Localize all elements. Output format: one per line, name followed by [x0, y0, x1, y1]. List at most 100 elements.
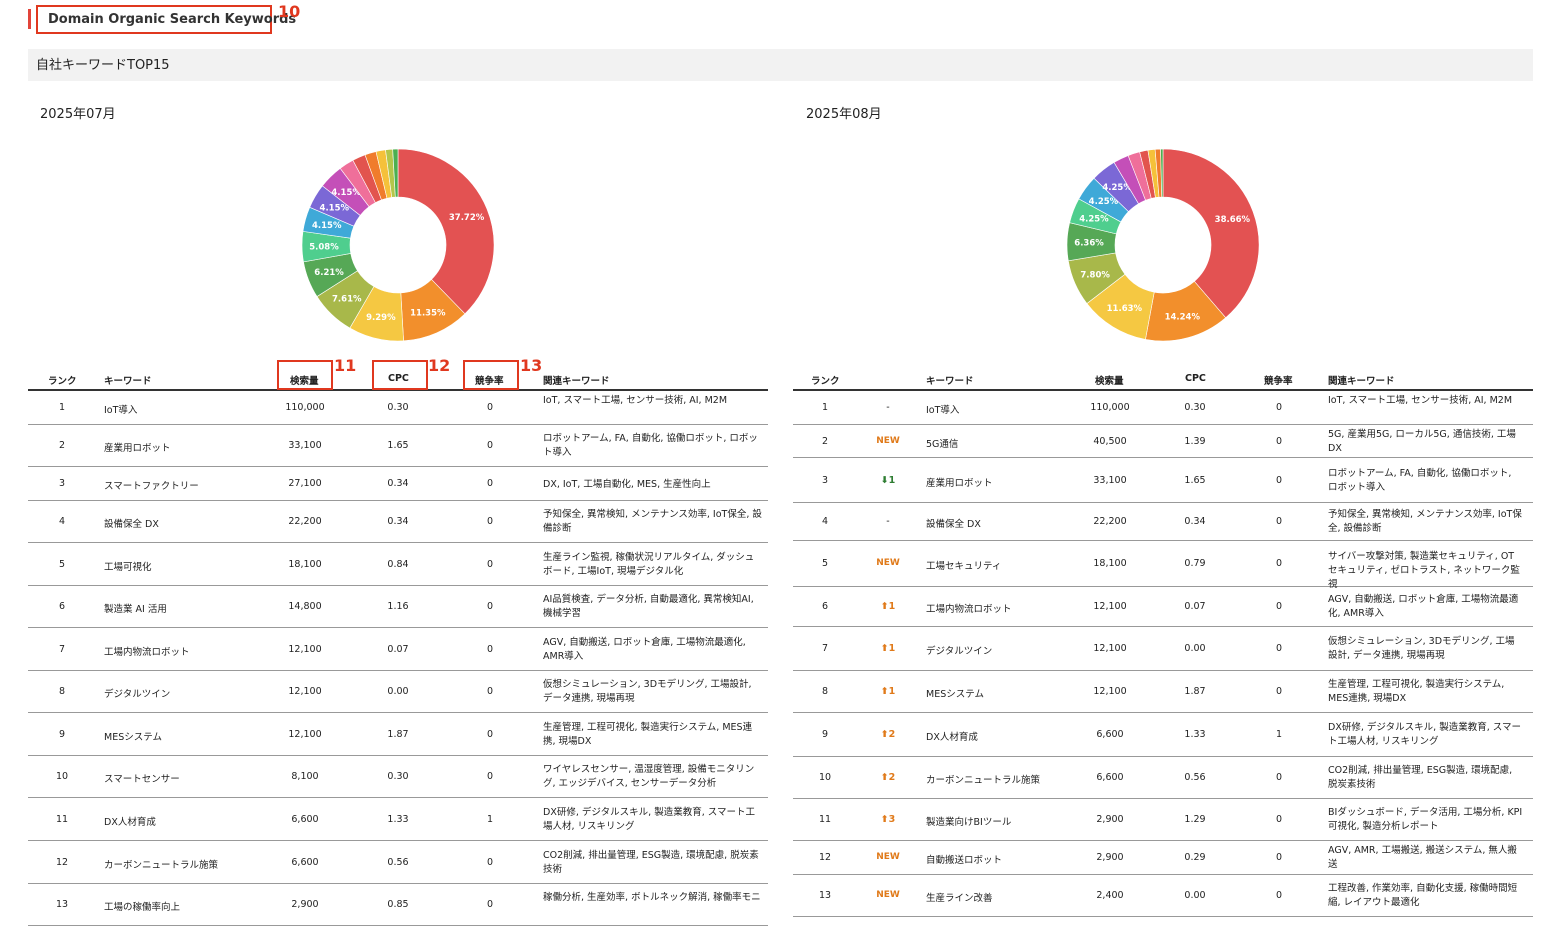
cell-keyword: 設備保全 DX	[926, 519, 981, 530]
cell-related: AGV, 自動搬送, ロボット倉庫, 工場物流最適化, AMR導入	[543, 637, 746, 662]
table-header: ランク キーワード 検索量 CPC 競争率 関連キーワード	[793, 366, 1533, 391]
slice-label: 11.35%	[410, 309, 446, 319]
cell-related: ワイヤレスセンサー, 温湿度管理, 設備モニタリング, エッジデバイス, センサ…	[543, 764, 755, 789]
cell-keyword: IoT導入	[104, 405, 138, 416]
cell-rank: 4	[821, 516, 829, 527]
donut-slice	[397, 148, 495, 315]
cell-cpc: 1.29	[1184, 814, 1206, 825]
cell-volume: 12,100	[288, 644, 322, 655]
cell-competition: 0	[1275, 772, 1283, 783]
cell-rank-change: NEW	[876, 852, 900, 862]
cell-volume: 33,100	[288, 440, 322, 451]
cell-keyword: スマートセンサー	[104, 774, 180, 785]
col-keyword: キーワード	[104, 376, 152, 387]
cell-competition: 0	[486, 644, 494, 655]
cell-related: 仮想シミュレーション, 3Dモデリング, 工場設計, データ連携, 現場再現	[1328, 636, 1515, 661]
cell-cpc: 1.87	[387, 729, 409, 740]
cell-rank: 1	[58, 402, 66, 413]
cell-volume: 2,900	[1096, 814, 1124, 825]
slice-label: 4.15%	[320, 203, 350, 213]
cell-rank-change: ⬆2	[880, 729, 896, 740]
cell-related: 予知保全, 異常検知, メンテナンス効率, IoT保全, 設備診断	[543, 509, 762, 534]
table-row: 4 - 設備保全 DX 22,200 0.34 0 予知保全, 異常検知, メンテナンス効率…	[793, 503, 1533, 541]
cell-keyword: 工場内物流ロボット	[104, 647, 190, 658]
cell-competition: 0	[486, 516, 494, 527]
cell-rank: 4	[58, 516, 66, 527]
cell-keyword: デジタルツイン	[926, 646, 993, 657]
cell-rank-change: NEW	[876, 558, 900, 568]
cell-related: 生産ライン監視, 稼働状況リアルタイム, ダッシュボード, 工場IoT, 現場デ…	[543, 552, 755, 577]
cell-competition: 0	[1275, 436, 1283, 447]
table-row: 9 MESシステム 12,100 1.87 0 生産管理, 工程可視化, 製造実行システム…	[28, 713, 768, 756]
cell-cpc: 0.84	[387, 559, 409, 570]
table-row: 5 工場可視化 18,100 0.84 0 生産ライン監視, 稼働状況リアルタイム, ダッ…	[28, 543, 768, 586]
cell-volume: 2,900	[1096, 852, 1124, 863]
cell-rank-change: ⬆1	[880, 601, 896, 612]
col-related: 関連キーワード	[1328, 376, 1395, 387]
cell-rank-change: ⬆3	[880, 814, 896, 825]
cell-keyword: IoT導入	[926, 405, 960, 416]
slice-label: 6.21%	[314, 268, 344, 278]
cell-competition: 0	[486, 478, 494, 489]
cell-volume: 40,500	[1093, 436, 1127, 447]
table-row: 3 スマートファクトリー 27,100 0.34 0 DX, IoT, 工場自動化, ME…	[28, 467, 768, 501]
table-row: 5 NEW 工場セキュリティ 18,100 0.79 0 サイバー攻撃対策, 製造業セキュリ…	[793, 541, 1533, 590]
slice-label: 4.15%	[312, 221, 342, 231]
col-competition: 競争率	[1264, 376, 1293, 387]
cell-volume: 2,400	[1096, 890, 1124, 901]
cell-keyword: 生産ライン改善	[926, 893, 993, 904]
cell-rank: 2	[58, 440, 66, 451]
cell-competition: 0	[1275, 516, 1283, 527]
cell-rank: 8	[58, 686, 66, 697]
cell-rank: 13	[818, 890, 832, 901]
table-row: 8 デジタルツイン 12,100 0.00 0 仮想シミュレーション, 3Dモデリング, …	[28, 671, 768, 713]
cell-volume: 6,600	[291, 857, 319, 868]
table-row: 11 DX人材育成 6,600 1.33 1 DX研修, デジタルスキル, 製造業教育, …	[28, 798, 768, 841]
cell-keyword: MESシステム	[926, 689, 984, 700]
cell-cpc: 0.00	[387, 686, 409, 697]
cell-volume: 12,100	[1093, 643, 1127, 654]
table-row: 13 NEW 生産ライン改善 2,400 0.00 0 工程改善, 作業効率, 自動化支援,…	[793, 875, 1533, 917]
cell-keyword: 製造業向けBIツール	[926, 817, 1012, 828]
donut-chart-left: 37.72% 11.35% 9.29% 7.61% 6.21% 5.08% 4.15% 4.1…	[301, 148, 495, 342]
cell-rank-change: ⬇1	[880, 475, 896, 486]
cell-rank: 12	[55, 857, 69, 868]
cell-related: IoT, スマート工場, センサー技術, AI, M2M	[543, 395, 728, 406]
table-row: 10 スマートセンサー 8,100 0.30 0 ワイヤレスセンサー, 温湿度管理, 設備…	[28, 756, 768, 798]
cell-volume: 6,600	[291, 814, 319, 825]
cell-related: ロボットアーム, FA, 自動化, 協働ロボット, ロボット導入	[543, 433, 758, 458]
cell-rank: 6	[821, 601, 829, 612]
cell-cpc: 0.00	[1184, 890, 1206, 901]
cell-related: AGV, 自動搬送, ロボット倉庫, 工場物流最適化, AMR導入	[1328, 594, 1519, 619]
cell-keyword: 自動搬送ロボット	[926, 855, 1003, 866]
cell-keyword: カーボンニュートラル施策	[926, 775, 1041, 786]
cell-related: CO2削減, 排出量管理, ESG製造, 環境配慮, 脱炭素技術	[543, 850, 759, 875]
cell-cpc: 1.33	[1184, 729, 1206, 740]
cell-rank-change: -	[886, 402, 890, 413]
cell-cpc: 0.30	[387, 402, 409, 413]
section-title: 自社キーワードTOP15	[28, 49, 1533, 81]
slice-label: 6.36%	[1074, 238, 1104, 248]
cell-cpc: 0.07	[1184, 601, 1206, 612]
cell-rank: 10	[55, 771, 69, 782]
cell-competition: 0	[1275, 601, 1283, 612]
slice-label: 38.66%	[1215, 215, 1251, 225]
cell-volume: 110,000	[285, 402, 325, 413]
cell-keyword: 製造業 AI 活用	[104, 604, 167, 615]
cell-related: DX研修, デジタルスキル, 製造業教育, スマート工場人材, リスキリング	[543, 807, 755, 832]
cell-rank: 11	[818, 814, 832, 825]
title-accent-bar	[28, 9, 31, 29]
table-row: 10 ⬆2 カーボンニュートラル施策 6,600 0.56 0 CO2削減, 排出量管理, …	[793, 757, 1533, 799]
cell-cpc: 0.29	[1184, 852, 1206, 863]
cell-competition: 0	[1275, 643, 1283, 654]
cell-volume: 12,100	[1093, 686, 1127, 697]
cell-rank: 12	[818, 852, 832, 863]
cell-competition: 0	[486, 771, 494, 782]
cell-cpc: 1.39	[1184, 436, 1206, 447]
cell-competition: 0	[486, 402, 494, 413]
callout-title: 10	[278, 2, 301, 21]
table-row: 1 IoT導入 110,000 0.30 0 IoT, スマート工場, センサー技術, A…	[28, 391, 768, 425]
cell-volume: 18,100	[288, 559, 322, 570]
cell-cpc: 1.65	[387, 440, 409, 451]
cell-volume: 22,200	[288, 516, 322, 527]
